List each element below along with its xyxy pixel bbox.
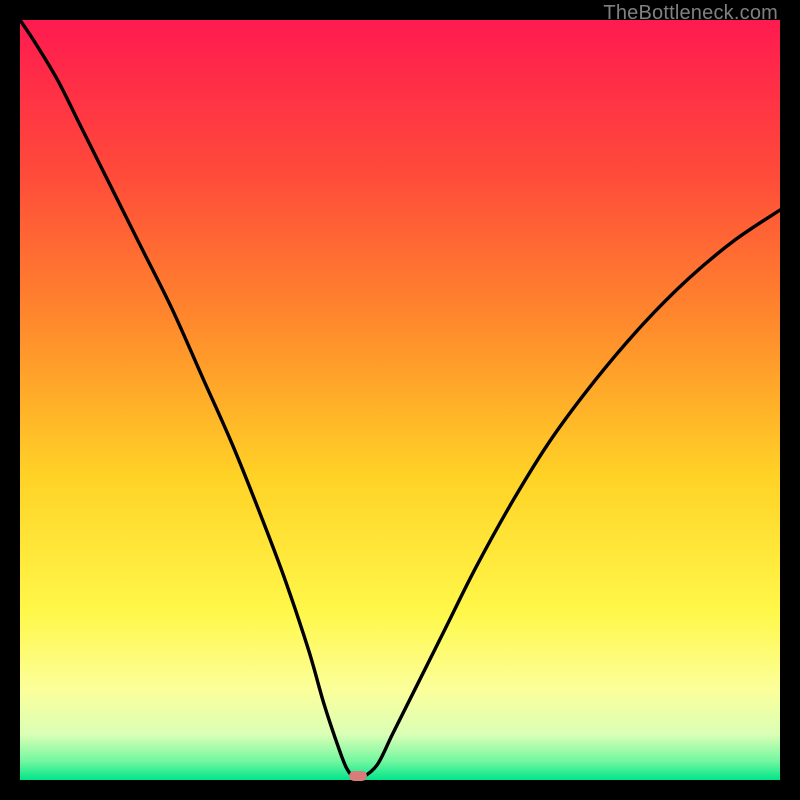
optimum-marker (349, 771, 367, 781)
bottleneck-curve (20, 20, 780, 780)
chart-plot-area (20, 20, 780, 780)
